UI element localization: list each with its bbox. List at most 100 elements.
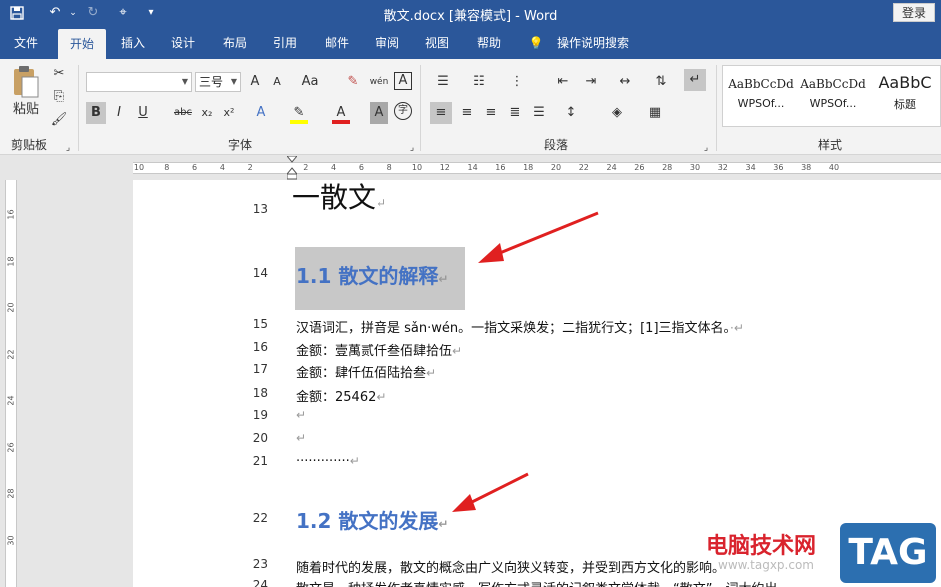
tab-help[interactable]: 帮助: [466, 27, 512, 59]
line-number: 14: [252, 266, 268, 280]
vruler-tick-label: 20: [6, 302, 16, 313]
ruler-tick-label: 6: [358, 163, 364, 172]
tell-me-search[interactable]: 操作说明搜索: [550, 27, 636, 59]
text-effects-icon[interactable]: A: [252, 102, 270, 124]
tab-file[interactable]: 文件: [4, 27, 48, 59]
paragraph-line[interactable]: ↵: [296, 431, 306, 446]
align-center-icon[interactable]: ≡: [456, 102, 478, 124]
numbering-icon[interactable]: ☷: [466, 71, 492, 93]
paragraph-line[interactable]: 汉语词汇，拼音是 sǎn·wén。一指文采焕发；二指犹行文；[1]三指文体名。·…: [296, 317, 744, 336]
paragraph-mark: ↵: [438, 517, 449, 531]
login-button[interactable]: 登录: [893, 3, 935, 22]
ruler-tick-label: 8: [164, 163, 170, 172]
font-size-combo[interactable]: 三号 ▼: [195, 72, 241, 92]
heading-2[interactable]: 1.2 散文的发展↵: [296, 505, 448, 534]
paragraph-line[interactable]: 随着时代的发展，散文的概念由广义向狭义转变，并受到西方文化的影响。: [296, 557, 725, 576]
strikethrough-button[interactable]: abc: [172, 102, 194, 124]
subscript-button[interactable]: x₂: [198, 102, 216, 124]
clear-format-icon[interactable]: ✎: [344, 71, 362, 93]
paragraph-mark: ↵: [296, 431, 307, 445]
heading-1[interactable]: 一散文↵: [292, 176, 386, 216]
paragraph-line[interactable]: ↵: [296, 408, 306, 423]
tab-home[interactable]: 开始: [58, 29, 106, 59]
font-name-combo[interactable]: ▼: [86, 72, 192, 92]
sort-icon[interactable]: ⇅: [650, 71, 672, 93]
paragraph-mark: ↵: [296, 408, 307, 422]
multilevel-list-icon[interactable]: ⋮: [504, 71, 530, 93]
line-spacing-icon[interactable]: ↕: [558, 102, 584, 124]
ruler-tick-label: 40: [828, 163, 840, 172]
bullets-icon[interactable]: ☰: [430, 71, 456, 93]
line-number: 19: [252, 408, 268, 422]
bold-button[interactable]: B: [86, 102, 106, 124]
tab-design[interactable]: 设计: [160, 27, 206, 59]
justify-icon[interactable]: ≣: [504, 102, 526, 124]
paragraph-mark: ↵: [438, 272, 449, 286]
paragraph-line[interactable]: 金额：肆仟伍佰陆拾叁↵: [296, 362, 436, 381]
style-item[interactable]: AaBbCcDd WPSOf...: [798, 69, 868, 123]
copy-icon[interactable]: ⎘: [50, 86, 68, 108]
paragraph-line[interactable]: 金额：壹萬贰仟叁佰肆拾伍↵: [296, 340, 462, 359]
align-left-icon[interactable]: ≡: [430, 102, 452, 124]
paragraph-line[interactable]: 散文是一种抒发作者真情实感、写作方式灵活的记叙类文学体裁。“散文”一词大约出: [296, 578, 777, 587]
tab-view[interactable]: 视图: [414, 27, 460, 59]
ruler-tick-label: 28: [662, 163, 673, 172]
underline-button[interactable]: U: [134, 102, 152, 124]
line-number: 13: [252, 202, 268, 216]
shading-icon[interactable]: ◈: [604, 102, 630, 124]
ruler-tick-label: 8: [386, 163, 392, 172]
increase-indent-icon[interactable]: ⇥: [580, 71, 602, 93]
paragraph-line[interactable]: 金额：25462↵: [296, 386, 386, 405]
distributed-icon[interactable]: ☰: [528, 102, 550, 124]
paragraph-group-label: 段落: [543, 138, 568, 152]
italic-button[interactable]: I: [110, 102, 128, 124]
lightbulb-icon: 💡: [528, 36, 544, 50]
align-right-icon[interactable]: ≡: [480, 102, 502, 124]
decrease-indent-icon[interactable]: ⇤: [552, 71, 574, 93]
style-item[interactable]: AaBbCcDd WPSOf...: [726, 69, 796, 123]
superscript-button[interactable]: x²: [220, 102, 238, 124]
char-shading-icon[interactable]: A: [370, 102, 388, 124]
shrink-font-icon[interactable]: A: [268, 71, 286, 93]
vruler-tick-label: 16: [6, 209, 16, 220]
paste-icon[interactable]: [10, 65, 42, 99]
line-number: 18: [252, 386, 268, 400]
paragraph-line[interactable]: ·············↵: [296, 454, 360, 469]
enclose-char-icon[interactable]: 字: [394, 102, 412, 120]
vruler-tick-label: 24: [6, 395, 16, 406]
highlight-icon[interactable]: ✎: [290, 102, 308, 124]
clipboard-group-label: 剪贴板: [10, 138, 47, 152]
tab-references[interactable]: 引用: [262, 27, 308, 59]
style-name: WPSOf...: [737, 97, 785, 110]
borders-icon[interactable]: ▦: [642, 102, 668, 124]
line-text: 金额：壹萬贰仟叁佰肆拾伍: [296, 344, 453, 359]
change-case-icon[interactable]: Aa: [298, 71, 322, 93]
paste-button[interactable]: 粘贴: [6, 99, 46, 121]
format-painter-icon[interactable]: 🖌: [50, 109, 68, 131]
style-item[interactable]: AaBbC 标题: [870, 69, 940, 123]
line-text: 随着时代的发展，散文的概念由广义向狭义转变，并受到西方文化的影响。: [296, 561, 726, 576]
line-number: 23: [252, 557, 268, 571]
char-border-icon[interactable]: A: [394, 72, 412, 90]
tab-review[interactable]: 审阅: [364, 27, 410, 59]
show-marks-icon[interactable]: ↵: [684, 69, 706, 91]
line-text: ·············: [296, 454, 350, 469]
chevron-down-icon: ▼: [230, 77, 237, 86]
tab-layout[interactable]: 布局: [212, 27, 258, 59]
heading-2[interactable]: 1.1 散文的解释↵: [296, 260, 448, 289]
font-color-icon[interactable]: A: [332, 102, 350, 124]
line-text: 一散文: [292, 181, 377, 214]
chinese-layout-icon[interactable]: ↔: [612, 71, 638, 93]
ruler-tick-label: 12: [439, 163, 450, 172]
line-number: 22: [252, 511, 268, 525]
vruler-tick-label: 26: [6, 441, 16, 453]
grow-font-icon[interactable]: A: [246, 71, 264, 93]
ruler-tick-label: 18: [523, 163, 534, 172]
phonetic-guide-icon[interactable]: wén: [368, 71, 390, 93]
line-number: 16: [252, 340, 268, 354]
line-number: 20: [252, 431, 268, 445]
tab-insert[interactable]: 插入: [110, 27, 156, 59]
divider: [420, 65, 421, 151]
cut-icon[interactable]: ✂: [50, 63, 68, 85]
tab-mailings[interactable]: 邮件: [314, 27, 360, 59]
